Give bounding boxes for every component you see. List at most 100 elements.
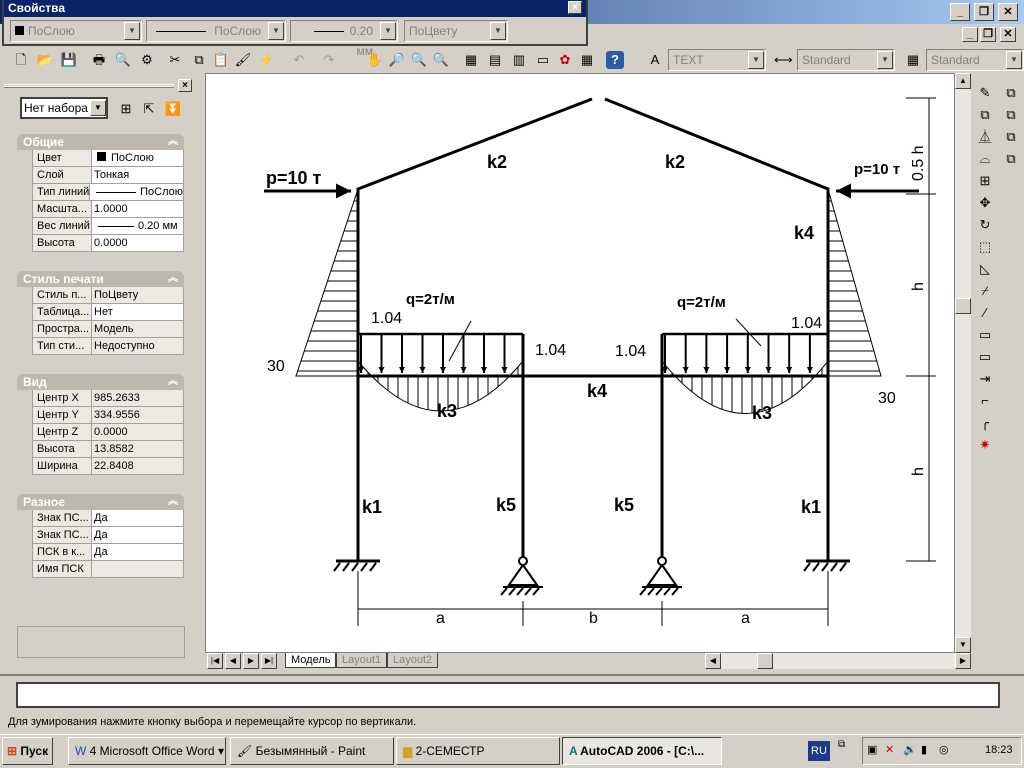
hscroll-thumb[interactable] [757,653,773,669]
close-icon[interactable]: × [568,1,582,14]
taskbar-item-autocad[interactable]: A AutoCAD 2006 - [C:\... [562,737,722,765]
collapse-icon[interactable]: ︽ [168,271,178,287]
drawing-canvas[interactable]: k2 k2 p=10 т p=10 т k4 k4 k3 k3 k1 k1 k5… [205,73,955,653]
design-center-icon[interactable]: ▤ [486,51,504,69]
collapse-icon[interactable]: ︽ [168,134,178,150]
table-style-combo[interactable]: Standard ▼ [926,49,1024,71]
section-header[interactable]: Общие ︽ [17,134,184,150]
property-row[interactable]: Ширина 22.8408 [32,458,184,475]
match-properties-icon[interactable]: 🖌 [234,51,252,69]
bring-above-icon[interactable]: ⧉ [1002,128,1020,146]
copy-icon[interactable]: ⧉ [190,51,208,69]
color-combo[interactable]: ПоСлою ▼ [10,20,142,42]
property-value-cell[interactable]: ПоСлою [90,184,184,200]
rotate-icon[interactable]: ↻ [976,216,994,234]
scroll-left-icon[interactable]: ◀ [705,653,721,669]
property-row[interactable]: Центр X 985.2633 [32,390,184,407]
property-row[interactable]: Высота 0.0000 [32,235,184,252]
vertical-scrollbar[interactable]: ▲ ▼ [955,73,971,653]
property-value-cell[interactable]: 0.0000 [92,424,184,440]
publish-icon[interactable]: ⚙ [138,51,156,69]
last-tab-icon[interactable]: ▶| [261,653,277,669]
section-header[interactable]: Разное ︽ [17,494,184,510]
taskbar-item-folder[interactable]: ▆ 2-СЕМЕСТР [396,737,560,765]
scroll-right-icon[interactable]: ▶ [955,653,971,669]
minimize-button[interactable]: _ [950,3,970,21]
property-value-cell[interactable]: Да [92,510,184,526]
language-indicator[interactable]: RU [808,741,830,761]
scale-icon[interactable]: ⬚ [976,238,994,256]
horizontal-scrollbar[interactable]: ◀ ▶ [705,653,971,669]
palette-close-icon[interactable]: × [178,79,192,92]
property-value-cell[interactable]: 13.8582 [92,441,184,457]
start-button[interactable]: ⊞ Пуск [2,737,54,765]
collapse-icon[interactable]: ︽ [168,374,178,390]
property-row[interactable]: Простра... Модель [32,321,184,338]
dim-style-combo[interactable]: Standard ▼ [797,49,895,71]
close-button[interactable]: ✕ [998,3,1018,21]
volume-icon[interactable]: 🔊 [903,743,917,756]
taskbar-item-paint[interactable]: 🖌 Безымянный - Paint [230,737,394,765]
taskbar-item-word[interactable]: W 4 Microsoft Office Word ▾ [68,737,226,765]
property-value-cell[interactable]: Модель [92,321,184,337]
property-row[interactable]: Знак ПС... Да [32,510,184,527]
collapse-icon[interactable]: ︽ [168,494,178,510]
extend-icon[interactable]: ⁄ [976,304,994,322]
property-row[interactable]: Высота 13.8582 [32,441,184,458]
tab-model[interactable]: Модель [285,653,337,668]
calculator-icon[interactable]: ▦ [578,51,596,69]
trim-icon[interactable]: ⌿ [976,282,994,300]
property-value-cell[interactable]: 0.20 мм [92,218,184,234]
print-icon[interactable]: 🖶 [90,51,108,69]
sheet-set-icon[interactable]: ▭ [534,51,552,69]
property-row[interactable]: Слой Тонкая [32,167,184,184]
first-tab-icon[interactable]: |◀ [207,653,223,669]
palette-grip[interactable] [4,84,174,88]
open-icon[interactable]: 📂 [36,51,54,69]
move-icon[interactable]: ✥ [976,194,994,212]
property-value-cell[interactable]: 0.0000 [92,235,184,251]
zoom-previous-icon[interactable]: 🔍 [432,51,450,69]
erase-icon[interactable]: ✎ [976,84,994,102]
property-value-cell[interactable]: 22.8408 [92,458,184,474]
property-row[interactable]: Имя ПСК [32,561,184,578]
explode-icon[interactable]: ✷ [976,436,994,454]
property-value-cell[interactable]: Тонкая [92,167,184,183]
speaker-icon[interactable]: ◎ [939,743,949,756]
linetype-combo[interactable]: ПоСлою ▼ [146,20,286,42]
property-value-cell[interactable]: Да [92,527,184,543]
property-value-cell[interactable]: Нет [92,304,184,320]
property-row[interactable]: Тип линий ПоСлою [32,184,184,201]
doc-close-button[interactable]: ✕ [1000,27,1016,42]
help-icon[interactable]: ? [606,51,624,69]
network-icon[interactable]: ▣ [867,743,877,756]
property-row[interactable]: Центр Y 334.9556 [32,407,184,424]
section-header[interactable]: Вид ︽ [17,374,184,390]
stretch-icon[interactable]: ◺ [976,260,994,278]
property-value-cell[interactable] [92,561,184,577]
property-row[interactable]: Стиль п... ПоЦвету [32,287,184,304]
block-editor-icon[interactable]: ⚡ [258,51,276,69]
property-row[interactable]: Масшта... 1.0000 [32,201,184,218]
chamfer-icon[interactable]: ⌐ [976,392,994,410]
pan-icon[interactable]: ✋ [366,51,384,69]
property-value-cell[interactable]: Недоступно [92,338,184,354]
prev-tab-icon[interactable]: ◀ [225,653,241,669]
property-row[interactable]: Вес линий 0.20 мм [32,218,184,235]
bring-to-front-icon[interactable]: ⧉ [1002,84,1020,102]
plotstyle-combo[interactable]: ПоЦвету ▼ [404,20,508,42]
fillet-icon[interactable]: ╭ [976,414,994,432]
lineweight-combo[interactable]: 0.20 мм ▼ [290,20,398,58]
mirror-icon[interactable]: ⏅ [976,128,994,146]
offset-icon[interactable]: ⌓ [976,150,994,168]
property-row[interactable]: Таблица... Нет [32,304,184,321]
break-icon[interactable]: ▭ [976,348,994,366]
property-row[interactable]: ПСК в к... Да [32,544,184,561]
property-value-cell[interactable]: Да [92,544,184,560]
send-under-icon[interactable]: ⧉ [1002,150,1020,168]
selection-select[interactable]: Нет набора ▼ [20,97,108,119]
break-at-point-icon[interactable]: ▭ [976,326,994,344]
scroll-up-icon[interactable]: ▲ [955,73,971,89]
command-line-input[interactable] [16,682,1000,708]
property-row[interactable]: Знак ПС... Да [32,527,184,544]
